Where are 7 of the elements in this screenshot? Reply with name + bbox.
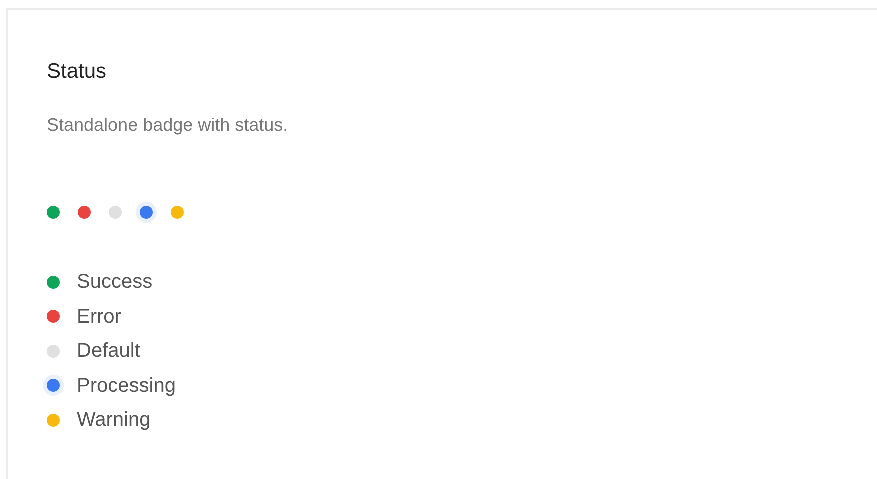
- status-label: Processing: [77, 374, 176, 399]
- status-label: Success: [77, 270, 153, 296]
- status-label: Default: [77, 339, 140, 364]
- status-label: Error: [77, 304, 122, 330]
- card-title: Status: [47, 59, 108, 85]
- card-description: Standalone badge with status.: [47, 114, 290, 137]
- status-label: Warning: [77, 408, 151, 434]
